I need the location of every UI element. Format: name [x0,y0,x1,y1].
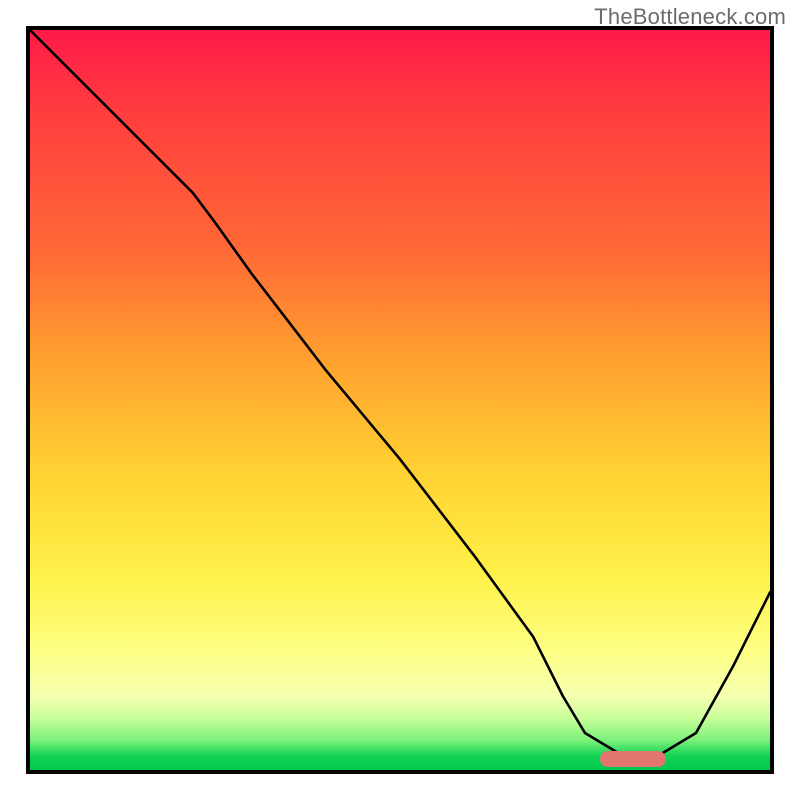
optimal-range-marker [600,751,667,767]
bottleneck-curve [30,30,770,770]
chart-frame: TheBottleneck.com [0,0,800,800]
plot-area [26,26,774,774]
